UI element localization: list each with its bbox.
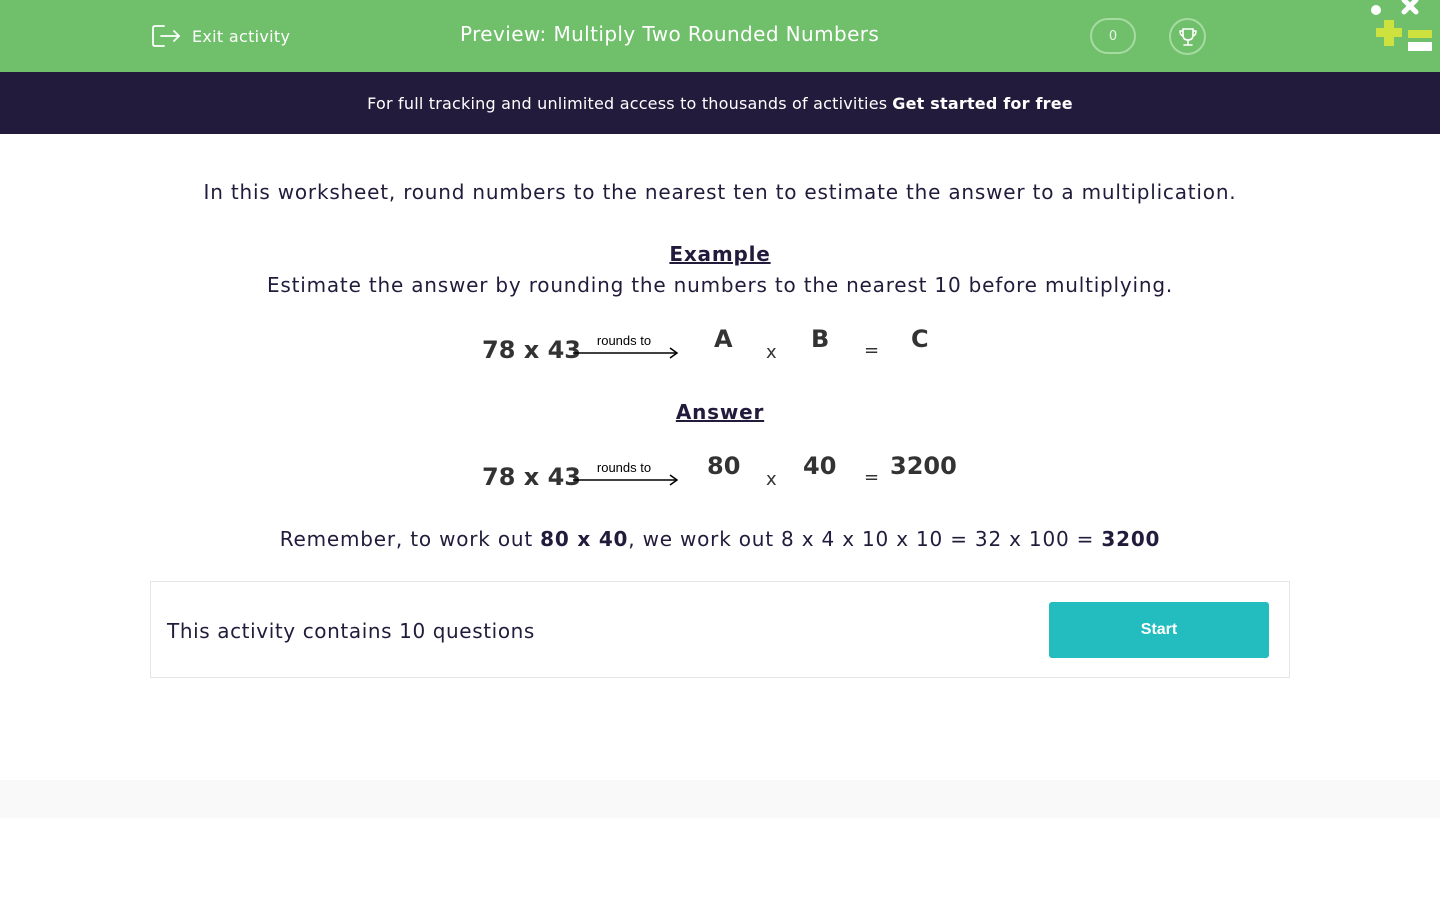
score-counter: 0 bbox=[1090, 18, 1136, 54]
arrow-label: rounds to bbox=[597, 333, 651, 348]
answer-equation: 78 x 43 rounds to 80 x 40 = 3200 bbox=[0, 447, 1440, 507]
example-heading: Example bbox=[669, 242, 771, 266]
example-expression: 78 x 43 bbox=[482, 336, 581, 364]
example-instructions: Estimate the answer by rounding the numb… bbox=[266, 273, 1174, 297]
banner-text: For full tracking and unlimited access t… bbox=[367, 93, 888, 113]
brand-logo bbox=[1371, 0, 1432, 51]
remember-bold-product: 80 x 40 bbox=[540, 527, 629, 551]
times-sign: x bbox=[766, 342, 777, 363]
exit-activity-button[interactable]: Exit activity bbox=[150, 20, 290, 52]
answer-value-a: 80 bbox=[707, 452, 741, 480]
answer-expression: 78 x 43 bbox=[482, 463, 581, 491]
question-count-text: This activity contains 10 questions bbox=[167, 619, 535, 643]
exit-icon bbox=[152, 25, 180, 47]
footer-strip bbox=[0, 780, 1440, 818]
example-equation: 78 x 43 rounds to A x B = C bbox=[0, 320, 1440, 380]
exit-activity-label: Exit activity bbox=[192, 26, 291, 46]
remember-note: Remember, to work out 80 x 40, we work o… bbox=[0, 527, 1440, 551]
get-started-link[interactable]: Get started for free bbox=[892, 94, 1073, 113]
equals-sign: = bbox=[864, 467, 880, 488]
page-title: Preview: Multiply Two Rounded Numbers bbox=[460, 22, 880, 46]
trophy-button[interactable] bbox=[1169, 18, 1206, 55]
value-c: C bbox=[911, 325, 929, 353]
promo-banner: For full tracking and unlimited access t… bbox=[0, 72, 1440, 134]
worksheet-intro: In this worksheet, round numbers to the … bbox=[203, 180, 1237, 204]
start-button[interactable]: Start bbox=[1049, 602, 1269, 658]
trophy-icon bbox=[1178, 27, 1197, 46]
answer-value-b: 40 bbox=[803, 452, 837, 480]
rounds-to-arrow-icon: rounds to bbox=[573, 333, 679, 359]
remember-bold-result: 3200 bbox=[1101, 527, 1161, 551]
answer-value-c: 3200 bbox=[890, 452, 957, 480]
remember-middle: , we work out 8 x 4 x 10 x 10 = 32 x 100… bbox=[628, 527, 1095, 551]
activity-panel: This activity contains 10 questions Star… bbox=[150, 581, 1290, 678]
top-header: Exit activity Preview: Multiply Two Roun… bbox=[0, 0, 1440, 72]
value-a: A bbox=[714, 325, 733, 353]
answer-heading: Answer bbox=[675, 400, 765, 424]
times-sign: x bbox=[766, 469, 777, 490]
remember-prefix: Remember, to work out bbox=[279, 527, 533, 551]
value-b: B bbox=[811, 325, 830, 353]
arrow-label: rounds to bbox=[597, 460, 651, 475]
rounds-to-arrow-icon: rounds to bbox=[573, 460, 679, 486]
equals-sign: = bbox=[864, 340, 880, 361]
